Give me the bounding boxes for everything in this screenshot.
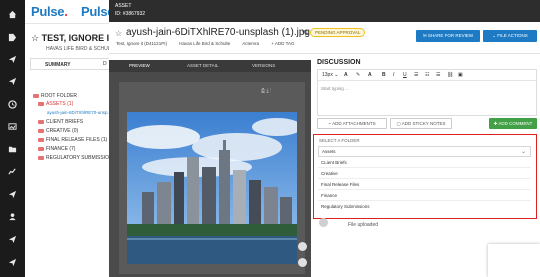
asset-title-row: ☆ ayush-jain-6DiTXhlRE70-unsplash (1).jp…: [109, 22, 540, 54]
version-badge: V1: [302, 30, 309, 36]
popup-panel: [488, 244, 540, 277]
folder-icon: [33, 93, 39, 98]
activity-text: File uploaded: [348, 222, 379, 228]
asset-image: [127, 112, 297, 264]
user-icon[interactable]: [8, 212, 17, 221]
folder-icon[interactable]: [8, 145, 17, 154]
tree-item-creative[interactable]: CREATIVE (0): [38, 128, 78, 134]
tag-icon[interactable]: [8, 33, 17, 42]
print-icon[interactable]: ⎙: [261, 88, 265, 94]
folder-icon: [38, 146, 44, 151]
asset-label: ASSET: [115, 3, 132, 9]
breadcrumb-item[interactable]: Havas Life Bird & Schulte: [179, 41, 230, 46]
ordered-list-icon[interactable]: ☷: [425, 72, 429, 78]
folder-icon: [38, 101, 44, 106]
highlight-icon[interactable]: ✎: [356, 72, 360, 78]
star-icon[interactable]: ☆: [31, 33, 42, 43]
left-nav-rail: [0, 0, 25, 277]
discussion-title: DISCUSSION: [317, 59, 361, 66]
download-icon[interactable]: ⤓: [266, 88, 268, 94]
modal-header: ASSET ID: #3867932: [109, 0, 540, 22]
send-icon-3[interactable]: [8, 190, 17, 199]
tab-d[interactable]: D: [103, 61, 107, 67]
page-title: ☆ TEST, IGNORE IT: [31, 33, 115, 43]
tree-item-final-release[interactable]: FINAL RELEASE FILES (1): [38, 137, 107, 143]
image-insert-icon[interactable]: ▣: [458, 72, 463, 78]
list-icon[interactable]: ☰: [414, 72, 418, 78]
send-icon-2[interactable]: [8, 77, 17, 86]
avatar: [319, 218, 328, 227]
italic-icon[interactable]: I: [393, 72, 394, 78]
status-badge: PENDING APPROVAL: [310, 28, 366, 37]
text-color-icon[interactable]: A: [344, 72, 348, 78]
folder-option[interactable]: Finance: [318, 191, 531, 201]
bold-icon[interactable]: B: [382, 72, 386, 78]
underline-icon[interactable]: U: [403, 72, 407, 78]
more-icon[interactable]: ⋮: [270, 88, 271, 94]
link-icon[interactable]: ⛓: [447, 72, 453, 78]
chart-icon[interactable]: [8, 167, 17, 176]
folder-icon: [38, 155, 44, 160]
page-subtitle: HAVAS LIFE BIRD & SCHULTE: [46, 46, 117, 52]
breadcrumb: Test, Ignore it (D41121PI) Havas Life Bi…: [116, 41, 306, 46]
tab-preview[interactable]: PREVIEW: [129, 63, 150, 68]
folder-option[interactable]: Final Release Files: [318, 180, 531, 190]
summary-tab-label: SUMMARY: [45, 62, 71, 68]
folder-icon: [38, 119, 44, 124]
add-attachments-button[interactable]: ⌁ ADD ATTACHMENTS: [317, 118, 387, 129]
clock-icon[interactable]: [8, 100, 17, 109]
folder-icon: [38, 137, 44, 142]
folder-select-label: SELECT A FOLDER: [319, 138, 360, 143]
editor-toolbar: 13px ⌄ A ✎ A B I U ☰ ☷ ☰ ⛓ ▣: [318, 70, 536, 81]
add-comment-button[interactable]: ✚ ADD COMMENT: [489, 118, 537, 129]
asset-id: ID: #3867932: [115, 11, 146, 17]
align-icon[interactable]: ☰: [436, 72, 440, 78]
zoom-in-icon[interactable]: [298, 242, 307, 251]
folder-option[interactable]: Creative: [318, 169, 531, 179]
pulse-logo[interactable]: Pulse.: [31, 4, 68, 19]
file-name: ayush-jain-6DiTXhlRE70-unsplash (1).jpg: [126, 27, 310, 38]
tree-item-finance[interactable]: FINANCE (7): [38, 146, 75, 152]
tab-asset-detail[interactable]: ASSET DETAIL: [187, 63, 218, 68]
send-icon-5[interactable]: [8, 258, 17, 267]
comment-input[interactable]: Start typing ...: [321, 86, 349, 91]
asset-modal: ASSET ID: #3867932 ☆ ayush-jain-6DiTXhlR…: [109, 0, 540, 277]
folder-select[interactable]: Assets ⌄: [318, 146, 531, 157]
tree-item-assets[interactable]: ASSETS (1): [38, 101, 73, 107]
add-tag-button[interactable]: + ADD TAG: [271, 41, 294, 46]
home-icon[interactable]: [8, 10, 17, 19]
viewer-toolbar: ⎙ ⤓ ⋮: [261, 88, 271, 94]
comment-editor[interactable]: 13px ⌄ A ✎ A B I U ☰ ☷ ☰ ⛓ ▣ Start typin…: [317, 69, 537, 116]
share-for-review-button[interactable]: ✉ SHARE FOR REVIEW: [416, 30, 480, 42]
tree-item-regulatory[interactable]: REGULATORY SUBMISSION: [38, 155, 113, 161]
tree-item-asset-file[interactable]: ayush-jain-6DiTXhlRE70-unsp...: [47, 110, 111, 115]
folder-select-panel: SELECT A FOLDER Assets ⌄ CLient Briefs C…: [313, 134, 537, 219]
root-folder[interactable]: ROOT FOLDER: [33, 93, 77, 99]
breadcrumb-item[interactable]: Actemra: [242, 41, 259, 46]
send-icon[interactable]: [8, 55, 17, 64]
breadcrumb-item[interactable]: Test, Ignore it (D41121PI): [116, 41, 167, 46]
add-sticky-notes-button[interactable]: ▢ ADD STICKY NOTES: [390, 118, 452, 129]
folder-select-value: Assets: [322, 149, 336, 154]
folder-option[interactable]: CLient Briefs: [318, 158, 531, 168]
image-viewer: ⎙ ⤓ ⋮: [119, 82, 307, 274]
text-color-icon-2[interactable]: A: [368, 72, 372, 78]
asset-tabs: PREVIEW ASSET DETAIL VERSIONS: [109, 60, 311, 72]
star-icon[interactable]: ☆: [115, 29, 122, 38]
folder-option[interactable]: Regulatory Submissions: [318, 202, 531, 212]
file-actions-button[interactable]: ⌄ FILE ACTIONS: [483, 30, 537, 42]
zoom-out-icon[interactable]: [298, 258, 307, 267]
tree-item-client-briefs[interactable]: CLIENT BRIEFS: [38, 119, 83, 125]
chevron-down-icon: ⌄: [520, 149, 526, 155]
folder-icon: [38, 128, 44, 133]
image-icon[interactable]: [8, 122, 17, 131]
font-size-select[interactable]: 13px ⌄: [322, 72, 338, 78]
tab-versions[interactable]: VERSIONS: [252, 63, 275, 68]
send-icon-4[interactable]: [8, 235, 17, 244]
